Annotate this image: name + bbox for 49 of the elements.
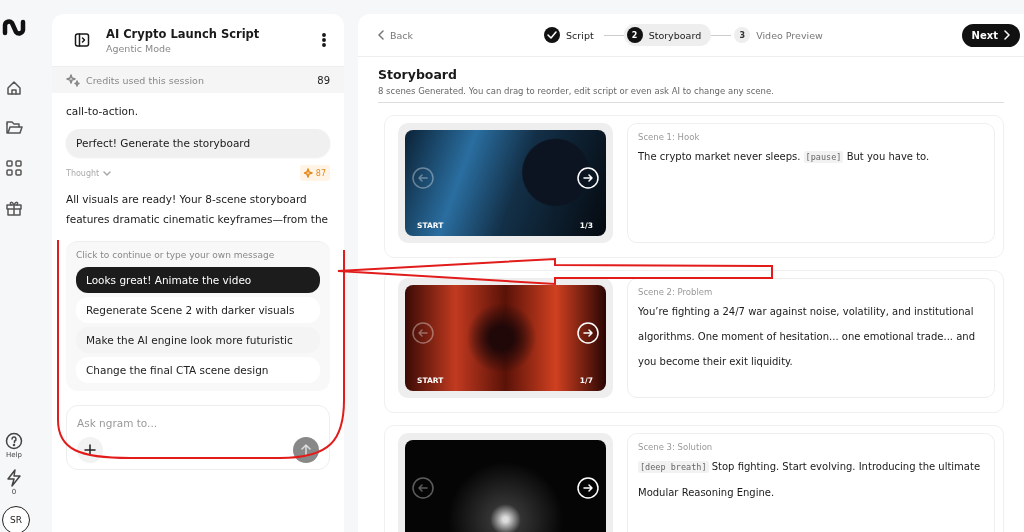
chevron-left-icon — [378, 30, 384, 40]
arrow-up-icon — [300, 444, 312, 456]
step-tab[interactable]: Script — [541, 24, 604, 46]
scene-title: Scene 2: Problem — [638, 287, 714, 297]
storyboard-heading: Storyboard — [378, 67, 458, 82]
arrow-right-icon[interactable] — [577, 167, 599, 189]
home-icon[interactable] — [4, 78, 24, 98]
scene-title: Scene 1: Hook — [638, 132, 701, 142]
suggestion-chip[interactable]: Change the final CTA scene design — [76, 357, 320, 383]
help-icon — [5, 432, 23, 450]
step-tab[interactable]: 3 Video Preview — [731, 24, 833, 46]
lightning-icon — [5, 469, 23, 487]
arrow-left-icon[interactable] — [412, 167, 434, 189]
chat-subtitle: Agentic Mode — [106, 42, 172, 54]
suggestion-chip[interactable]: Looks great! Animate the video — [76, 267, 320, 293]
credits-label: Credits used this session — [86, 74, 205, 86]
sparkle-icon — [303, 168, 314, 178]
storyboard-description: 8 scenes Generated. You can drag to reorder, edit script or even ask AI to change any scene. — [378, 86, 1004, 103]
chevron-right-icon — [1004, 30, 1010, 40]
scene-script[interactable]: You’re fighting a 24/7 war against noise, volatility, and institutional algorithms. One moment of hesitation... one emotional trade... and you become their exit liquidity. — [638, 299, 984, 374]
arrow-left-icon[interactable] — [412, 477, 434, 499]
arrow-left-icon[interactable] — [412, 322, 434, 344]
sparkle-icon — [66, 73, 80, 87]
next-button[interactable]: Next — [961, 23, 1020, 47]
scene-script[interactable]: The crypto market never sleeps. [pause] But you have to. — [638, 144, 984, 170]
check-icon — [547, 31, 558, 39]
sidebar-toggle-icon[interactable] — [74, 32, 90, 48]
assistant-message: call-to-action. — [66, 104, 139, 119]
scene-script[interactable]: [deep breath] Stop fighting. Start evolving. Introducing the ultimate Modular Reasoning Engine. — [638, 454, 984, 505]
back-button[interactable]: Back — [378, 29, 414, 41]
chat-title: AI Crypto Launch Script — [106, 26, 261, 41]
assistant-message: All visuals are ready! Your 8-scene storyboard features dramatic cinematic keyframes—from the — [66, 192, 330, 227]
plus-icon — [84, 444, 96, 456]
avatar[interactable]: SR — [2, 506, 30, 532]
step-tab[interactable]: 2 Storyboard — [623, 24, 712, 46]
suggestion-chip[interactable]: Make the AI engine look more futuristic — [76, 327, 320, 353]
chevron-down-icon — [103, 170, 112, 176]
credits-badge: 87 — [299, 165, 330, 181]
grid-icon[interactable] — [4, 158, 24, 178]
user-message: Perfect! Generate the storyboard — [66, 129, 330, 157]
credits-value: 89 — [317, 74, 330, 86]
scene-title: Scene 3: Solution — [638, 442, 714, 452]
arrow-right-icon[interactable] — [577, 322, 599, 344]
arrow-right-icon[interactable] — [577, 477, 599, 499]
add-button[interactable] — [77, 437, 103, 463]
suggestion-chip[interactable]: Regenerate Scene 2 with darker visuals — [76, 297, 320, 323]
more-icon[interactable] — [322, 33, 326, 47]
send-button[interactable] — [293, 437, 319, 463]
suggestions-hint: Click to continue or type your own message — [76, 250, 276, 260]
